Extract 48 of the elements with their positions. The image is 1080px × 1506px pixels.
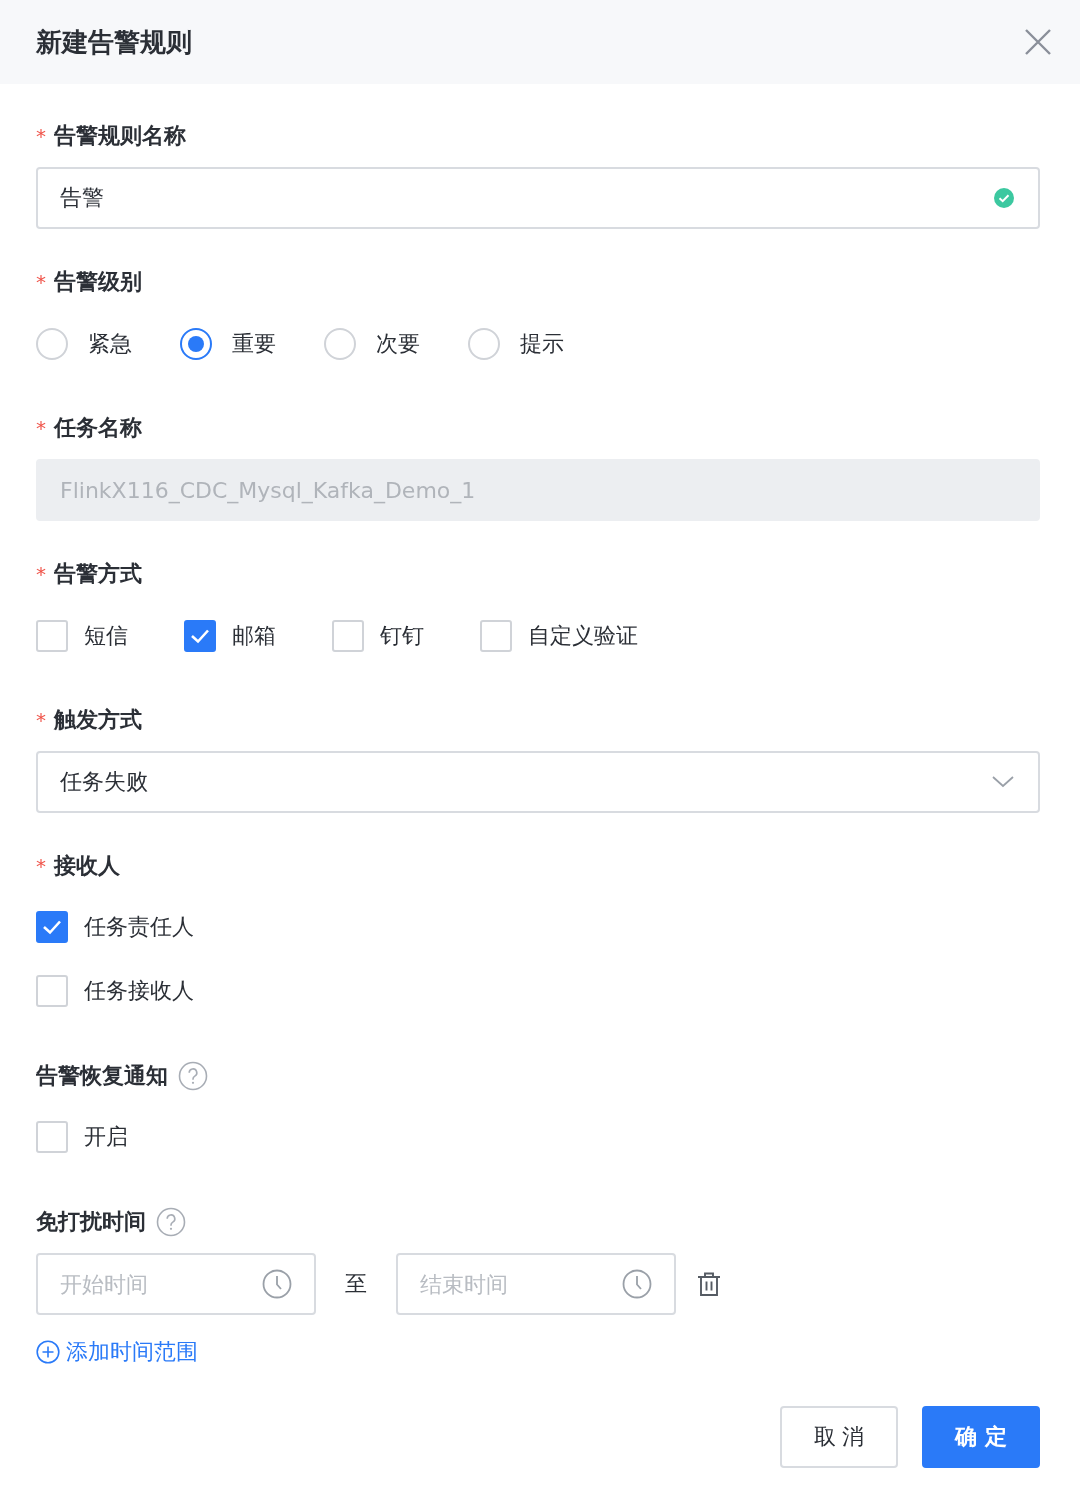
required-mark: *: [36, 416, 46, 440]
add-icon: [36, 1340, 60, 1364]
task-name-field: FlinkX116_CDC_Mysql_Kafka_Demo_1: [36, 459, 1040, 521]
checkbox-label: 短信: [84, 622, 128, 650]
range-separator: 至: [344, 1270, 368, 1298]
checkbox[interactable]: [36, 911, 68, 943]
field-label: 告警级别: [54, 268, 142, 296]
add-time-range-link[interactable]: 添加时间范围: [36, 1337, 198, 1367]
required-mark: *: [36, 708, 46, 732]
dialog-title: 新建告警规则: [36, 25, 192, 59]
required-mark: *: [36, 270, 46, 294]
clock-icon: [622, 1269, 652, 1299]
radio-label: 提示: [520, 330, 564, 358]
check-icon: [190, 628, 210, 644]
checkbox-label: 钉钉: [380, 622, 424, 650]
field-label: 任务名称: [54, 414, 142, 442]
checkbox-label: 任务责任人: [84, 913, 194, 941]
checkbox-label: 自定义验证: [528, 622, 638, 650]
field-label: 触发方式: [54, 706, 142, 734]
clock-icon: [262, 1269, 292, 1299]
radio-label: 紧急: [88, 330, 132, 358]
trash-icon[interactable]: [696, 1271, 722, 1297]
required-mark: *: [36, 562, 46, 586]
close-icon[interactable]: [1024, 28, 1052, 56]
end-time-field[interactable]: 结束时间: [396, 1253, 676, 1315]
checkbox[interactable]: [184, 620, 216, 652]
checkbox-label: 任务接收人: [84, 977, 194, 1005]
field-label: 告警恢复通知: [36, 1062, 168, 1090]
radio-button[interactable]: [180, 328, 212, 360]
help-icon[interactable]: [156, 1207, 186, 1237]
required-mark: *: [36, 124, 46, 148]
start-time-field[interactable]: 开始时间: [36, 1253, 316, 1315]
field-label: 接收人: [54, 852, 120, 880]
radio-label: 次要: [376, 330, 420, 358]
field-label: 告警方式: [54, 560, 142, 588]
chevron-down-icon: [992, 776, 1014, 788]
check-icon: [42, 919, 62, 935]
radio-label: 重要: [232, 330, 276, 358]
rule-name-field[interactable]: 告警: [36, 167, 1040, 229]
field-label: 免打扰时间: [36, 1208, 146, 1236]
confirm-button[interactable]: 确 定: [922, 1406, 1040, 1468]
cancel-button[interactable]: 取 消: [780, 1406, 898, 1468]
required-mark: *: [36, 854, 46, 878]
help-icon[interactable]: [178, 1061, 208, 1091]
field-label: 告警规则名称: [54, 122, 186, 150]
checkbox-label: 邮箱: [232, 622, 276, 650]
trigger-select[interactable]: 任务失败: [36, 751, 1040, 813]
checkbox-label: 开启: [84, 1123, 128, 1151]
